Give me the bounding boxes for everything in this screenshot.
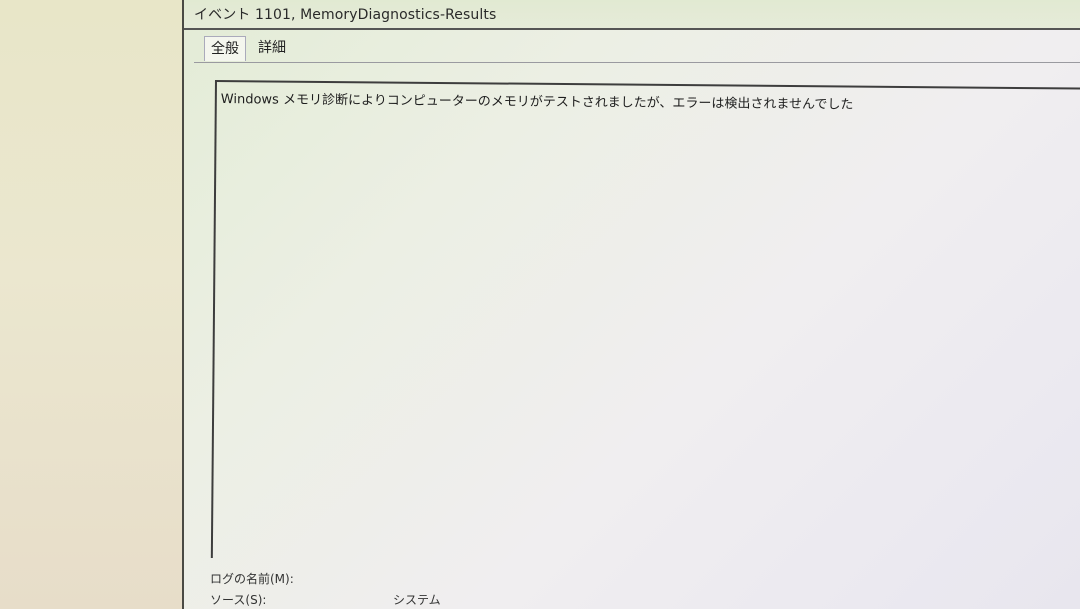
window-title: イベント 1101, MemoryDiagnostics-Results: [194, 7, 497, 23]
desktop-background: [0, 0, 182, 609]
log-name-row: ログの名前(M):: [210, 570, 294, 587]
log-name-label: ログの名前(M):: [210, 572, 294, 586]
tab-strip: 全般 詳細: [184, 30, 1080, 64]
tab-general[interactable]: 全般: [204, 36, 246, 61]
title-bar[interactable]: イベント 1101, MemoryDiagnostics-Results: [184, 0, 1080, 30]
event-properties-window: イベント 1101, MemoryDiagnostics-Results 全般 …: [182, 0, 1080, 609]
event-message-box[interactable]: Windows メモリ診断によりコンピューターのメモリがテストされましたが、エラ…: [210, 80, 1080, 566]
tab-details[interactable]: 詳細: [252, 36, 292, 60]
source-row: ソース(S): システム: [210, 591, 441, 608]
tab-divider: [194, 62, 1080, 63]
event-message-text: Windows メモリ診断によりコンピューターのメモリがテストされましたが、エラ…: [220, 92, 854, 113]
source-value: システム: [393, 593, 441, 607]
source-label: ソース(S):: [210, 593, 267, 607]
